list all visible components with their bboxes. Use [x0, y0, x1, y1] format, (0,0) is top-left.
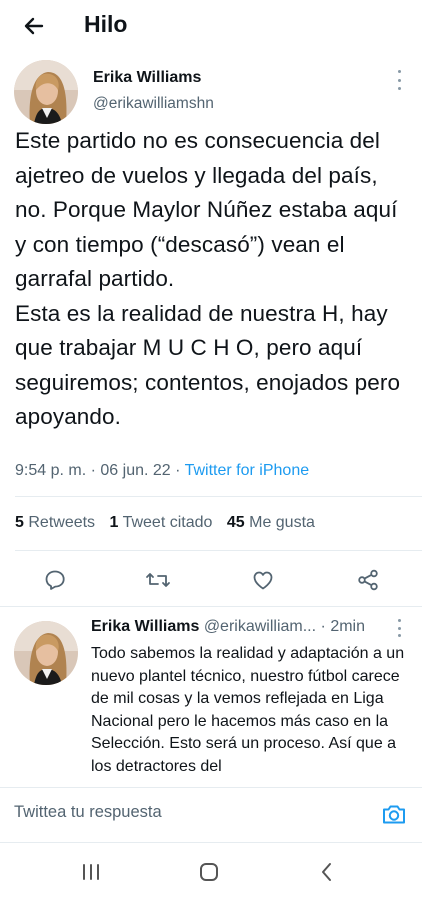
reply-separator: · [320, 618, 326, 635]
recent-apps-icon [83, 864, 99, 880]
top-bar: Hilo [0, 0, 422, 52]
quotes-label[interactable]: Tweet citado [123, 514, 213, 531]
system-nav-bar [0, 843, 422, 900]
reply-icon [45, 570, 65, 590]
meta-separator: · [90, 462, 96, 479]
retweet-icon [146, 573, 170, 587]
reply-time: 2min [330, 618, 365, 635]
system-back-button[interactable] [313, 859, 341, 885]
retweet-button[interactable] [145, 567, 171, 593]
reply-text: Todo sabemos la realidad y adaptación a … [91, 645, 405, 775]
reply-author-name[interactable]: Erika Williams [91, 618, 199, 635]
share-button[interactable] [355, 567, 381, 593]
divider [15, 550, 422, 551]
arrow-left-icon [24, 17, 44, 35]
reply-tweet[interactable]: Erika Williams @erikawilliam... · 2min T… [0, 607, 422, 787]
compose-bar [0, 787, 422, 842]
tweet-time: 9:54 p. m. [15, 462, 87, 479]
tweet-text: Este partido no es consecuencia del ajet… [15, 128, 401, 429]
home-button[interactable] [195, 859, 223, 885]
reply-input[interactable] [14, 803, 344, 822]
camera-icon [383, 805, 405, 824]
more-icon [397, 619, 401, 622]
tweet-source-link[interactable]: Twitter for iPhone [185, 462, 310, 479]
likes-count[interactable]: 45 [227, 514, 245, 531]
author-avatar[interactable] [14, 60, 78, 124]
more-icon [397, 70, 401, 73]
likes-label[interactable]: Me gusta [249, 514, 315, 531]
camera-button[interactable] [380, 800, 408, 828]
meta-separator: · [175, 462, 181, 479]
author-name[interactable]: Erika Williams [93, 69, 201, 87]
tweet-date: 06 jun. 22 [100, 462, 171, 479]
quotes-count[interactable]: 1 [110, 514, 119, 531]
tweet-actions [0, 562, 422, 596]
retweets-label[interactable]: Retweets [28, 514, 95, 531]
more-options-button[interactable] [392, 70, 406, 90]
heart-icon [253, 571, 273, 590]
reply-header: Erika Williams @erikawilliam... · 2min [91, 618, 365, 636]
share-icon [358, 569, 378, 591]
retweets-count[interactable]: 5 [15, 514, 24, 531]
tweet-meta: 9:54 p. m. · 06 jun. 22 · Twitter for iP… [15, 462, 309, 480]
reply-author-handle[interactable]: @erikawilliam... [204, 618, 316, 635]
reply-more-options-button[interactable] [392, 619, 406, 637]
like-button[interactable] [250, 567, 276, 593]
back-button[interactable] [18, 10, 50, 42]
author-handle[interactable]: @erikawilliamshn [93, 95, 214, 113]
divider [15, 496, 422, 497]
reply-button[interactable] [42, 567, 68, 593]
home-icon [200, 863, 218, 881]
page-title: Hilo [84, 11, 128, 37]
reply-author-avatar[interactable] [14, 621, 78, 685]
recent-apps-button[interactable] [77, 859, 105, 885]
back-icon [322, 863, 331, 881]
tweet-stats: 5 Retweets 1 Tweet citado 45 Me gusta [15, 514, 315, 532]
